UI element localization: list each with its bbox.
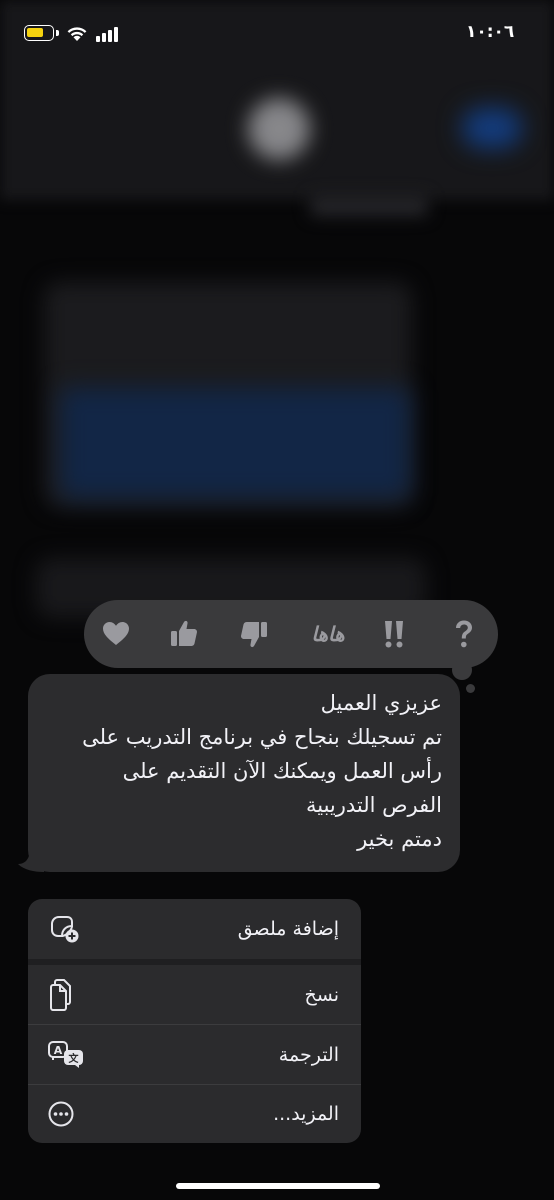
thumbs-down-icon xyxy=(241,622,267,648)
menu-item-copy[interactable]: نسخ xyxy=(28,965,361,1025)
menu-item-more[interactable]: المزيد... xyxy=(28,1085,361,1143)
reaction-heart[interactable] xyxy=(96,614,136,654)
message-text: عزيزي العميل تم تسجيلك بنجاح في برنامج ا… xyxy=(82,691,442,851)
more-icon xyxy=(48,1101,74,1127)
reaction-question[interactable] xyxy=(444,614,484,654)
message-bubble[interactable]: عزيزي العميل تم تسجيلك بنجاح في برنامج ا… xyxy=(28,674,460,872)
status-bar: ١٠:٠٦ xyxy=(0,0,554,70)
thumbs-up-icon xyxy=(171,620,197,646)
reaction-bar-tail xyxy=(452,660,472,680)
home-indicator xyxy=(176,1183,380,1189)
battery-tip xyxy=(56,30,59,36)
copy-icon xyxy=(50,978,71,1011)
cellular-signal-icon xyxy=(96,26,120,42)
menu-item-add-sticker[interactable]: إضافة ملصق xyxy=(28,899,361,965)
menu-item-label: الترجمة xyxy=(278,1043,339,1066)
question-icon xyxy=(456,620,472,648)
reaction-thumbs-up[interactable] xyxy=(164,614,204,654)
menu-item-label: المزيد... xyxy=(273,1103,339,1125)
status-time: ١٠:٠٦ xyxy=(466,22,515,42)
reaction-bar-tail-dot xyxy=(466,684,475,693)
battery-icon xyxy=(24,25,54,41)
reaction-haha[interactable]: هاها xyxy=(300,614,356,654)
context-menu: إضافة ملصق نسخ الترجمة A 文 المزيد... xyxy=(28,899,361,1143)
heart-icon xyxy=(103,622,129,645)
double-exclamation-icon xyxy=(385,621,403,648)
reaction-thumbs-down[interactable] xyxy=(234,614,274,654)
battery-level xyxy=(27,28,43,37)
menu-item-label: نسخ xyxy=(304,983,339,1006)
wifi-icon xyxy=(67,27,87,41)
svg-text:A: A xyxy=(54,1044,63,1057)
menu-item-translate[interactable]: الترجمة A 文 xyxy=(28,1025,361,1085)
menu-item-label: إضافة ملصق xyxy=(237,918,339,940)
translate-icon: A 文 xyxy=(48,1040,83,1068)
reaction-bar: هاها xyxy=(84,600,498,668)
svg-text:文: 文 xyxy=(69,1052,80,1065)
bubble-tail xyxy=(18,848,44,872)
reaction-emphasis[interactable] xyxy=(374,614,414,654)
haha-label: هاها xyxy=(311,622,345,646)
add-sticker-icon xyxy=(51,916,79,943)
